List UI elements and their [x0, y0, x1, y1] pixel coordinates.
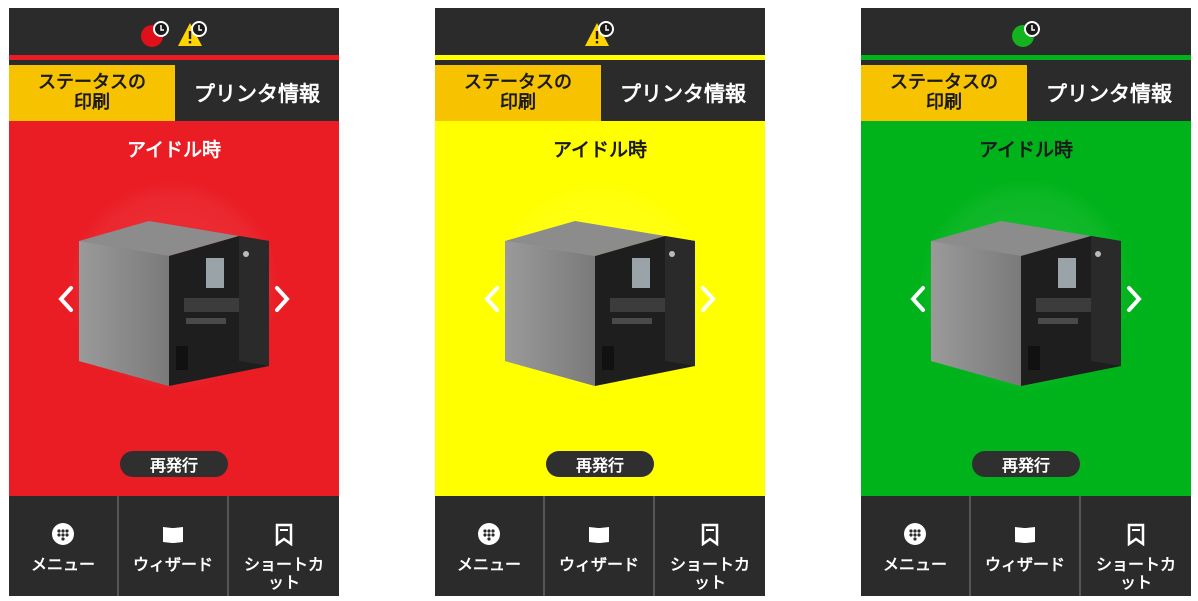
chevron-left-icon[interactable] — [903, 281, 933, 317]
status-icons — [9, 18, 339, 50]
tab-print-status[interactable]: ステータスの 印刷 — [861, 65, 1027, 121]
printer-image — [931, 221, 1121, 386]
status-bar — [435, 8, 765, 60]
book-icon — [1015, 527, 1035, 543]
nav-menu[interactable]: メニュー — [435, 496, 545, 596]
bookmark-icon — [275, 523, 293, 546]
status-icons — [861, 18, 1191, 50]
printer-screen-warning: ステータスの 印刷 プリンタ情報 アイドル時 再発行 メニュー ウィザード ショ… — [435, 8, 765, 596]
nav-shortcut-label: ショートカ ット — [243, 555, 324, 592]
nav-wizard[interactable]: ウィザード — [545, 496, 655, 596]
status-accent-line — [861, 55, 1191, 60]
nav-menu[interactable]: メニュー — [861, 496, 971, 596]
bookmark-icon — [701, 523, 719, 546]
error-alert-icon[interactable] — [139, 18, 171, 50]
menu-dots-icon — [52, 523, 74, 545]
nav-shortcut[interactable]: ショートカ ット — [229, 496, 339, 596]
nav-wizard[interactable]: ウィザード — [119, 496, 229, 596]
nav-shortcut[interactable]: ショートカ ット — [655, 496, 765, 596]
menu-dots-icon — [904, 523, 926, 545]
menu-dots-icon — [478, 523, 500, 545]
status-title: アイドル時 — [552, 139, 648, 161]
ready-alert-icon[interactable] — [1010, 18, 1042, 50]
status-panel: アイドル時 再発行 — [861, 121, 1191, 496]
printer-image — [505, 221, 695, 386]
status-bar — [9, 8, 339, 60]
nav-wizard-label: ウィザード — [558, 555, 639, 574]
reprint-button[interactable]: 再発行 — [120, 451, 228, 477]
nav-wizard-label: ウィザード — [132, 555, 213, 574]
tab-printer-info[interactable]: プリンタ情報 — [601, 65, 765, 121]
nav-wizard-label: ウィザード — [984, 555, 1065, 574]
nav-menu-label: メニュー — [882, 555, 947, 574]
warning-alert-icon[interactable] — [584, 18, 616, 50]
printer-screen-error: ステータスの 印刷 プリンタ情報 アイドル時 再発行 メニュー ウィザード ショ… — [9, 8, 339, 596]
status-accent-line — [9, 55, 339, 60]
status-accent-line — [435, 55, 765, 60]
nav-menu[interactable]: メニュー — [9, 496, 119, 596]
chevron-right-icon[interactable] — [693, 281, 723, 317]
nav-shortcut[interactable]: ショートカ ット — [1081, 496, 1191, 596]
tab-print-status[interactable]: ステータスの 印刷 — [9, 65, 175, 121]
chevron-left-icon[interactable] — [477, 281, 507, 317]
reprint-button[interactable]: 再発行 — [546, 451, 654, 477]
tab-bar: ステータスの 印刷 プリンタ情報 — [435, 65, 765, 121]
bookmark-icon — [1127, 523, 1145, 546]
nav-shortcut-label: ショートカ ット — [1095, 555, 1176, 592]
book-icon — [163, 527, 183, 543]
tab-printer-info[interactable]: プリンタ情報 — [1027, 65, 1191, 121]
status-title: アイドル時 — [126, 139, 222, 161]
status-panel: アイドル時 再発行 — [9, 121, 339, 496]
printer-screen-ready: ステータスの 印刷 プリンタ情報 アイドル時 再発行 メニュー ウィザード ショ… — [861, 8, 1191, 596]
chevron-left-icon[interactable] — [51, 281, 81, 317]
status-bar — [861, 8, 1191, 60]
nav-wizard[interactable]: ウィザード — [971, 496, 1081, 596]
tab-printer-info[interactable]: プリンタ情報 — [175, 65, 339, 121]
bottom-nav: メニュー ウィザード ショートカ ット — [861, 496, 1191, 596]
chevron-right-icon[interactable] — [1119, 281, 1149, 317]
book-icon — [589, 527, 609, 543]
reprint-button[interactable]: 再発行 — [972, 451, 1080, 477]
warning-alert-icon[interactable] — [177, 18, 209, 50]
status-icons — [435, 18, 765, 50]
nav-menu-label: メニュー — [30, 555, 95, 574]
printer-image — [79, 221, 269, 386]
bottom-nav: メニュー ウィザード ショートカ ット — [435, 496, 765, 596]
nav-menu-label: メニュー — [456, 555, 521, 574]
tab-bar: ステータスの 印刷 プリンタ情報 — [9, 65, 339, 121]
status-panel: アイドル時 再発行 — [435, 121, 765, 496]
chevron-right-icon[interactable] — [267, 281, 297, 317]
tab-bar: ステータスの 印刷 プリンタ情報 — [861, 65, 1191, 121]
nav-shortcut-label: ショートカ ット — [669, 555, 750, 592]
tab-print-status[interactable]: ステータスの 印刷 — [435, 65, 601, 121]
status-title: アイドル時 — [978, 139, 1074, 161]
bottom-nav: メニュー ウィザード ショートカ ット — [9, 496, 339, 596]
